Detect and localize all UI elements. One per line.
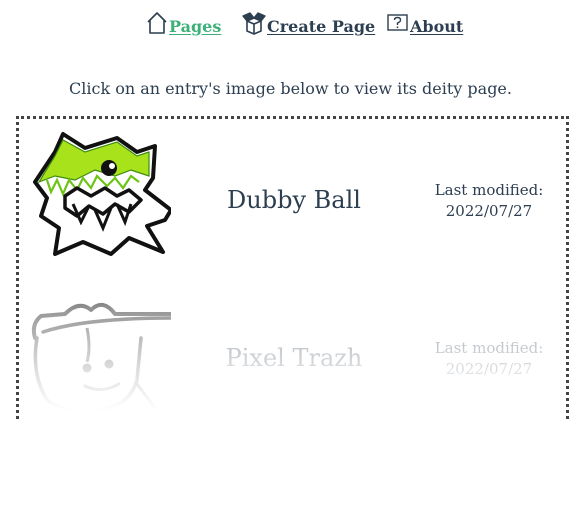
entry-name: Pixel Trazh bbox=[225, 344, 363, 372]
entry-image-pixel-trazh[interactable] bbox=[25, 288, 171, 419]
list-item: Pixel Trazh Last modified: 2022/07/27 bbox=[19, 282, 566, 419]
intro-text: Click on an entry's image below to view … bbox=[69, 79, 512, 98]
nav-create-page-label: Create Page bbox=[267, 16, 376, 36]
last-modified-label: Last modified: bbox=[434, 339, 544, 357]
open-box-icon bbox=[242, 12, 266, 35]
entry-list: Dubby Ball Last modified: 2022/07/27 Pix… bbox=[16, 116, 569, 419]
entry-name: Dubby Ball bbox=[227, 186, 361, 214]
last-modified-date: 2022/07/27 bbox=[445, 360, 533, 378]
nav-pages-link[interactable]: Pages bbox=[145, 8, 221, 38]
entry-last-modified: Last modified: 2022/07/27 bbox=[419, 338, 559, 380]
entry-last-modified: Last modified: 2022/07/27 bbox=[419, 180, 559, 222]
house-icon bbox=[147, 12, 167, 34]
question-box-icon bbox=[387, 14, 408, 31]
last-modified-date: 2022/07/27 bbox=[445, 202, 533, 220]
last-modified-label: Last modified: bbox=[434, 181, 544, 199]
nav-pages-label: Pages bbox=[169, 16, 222, 36]
nav-about-label: About bbox=[410, 16, 464, 36]
top-navigation: Pages Create Page About bbox=[0, 8, 581, 38]
entry-image-dubby-ball[interactable] bbox=[25, 130, 171, 262]
nav-create-page-link[interactable]: Create Page bbox=[241, 8, 375, 38]
list-item: Dubby Ball Last modified: 2022/07/27 bbox=[19, 124, 566, 274]
nav-about-link[interactable]: About bbox=[386, 8, 463, 38]
